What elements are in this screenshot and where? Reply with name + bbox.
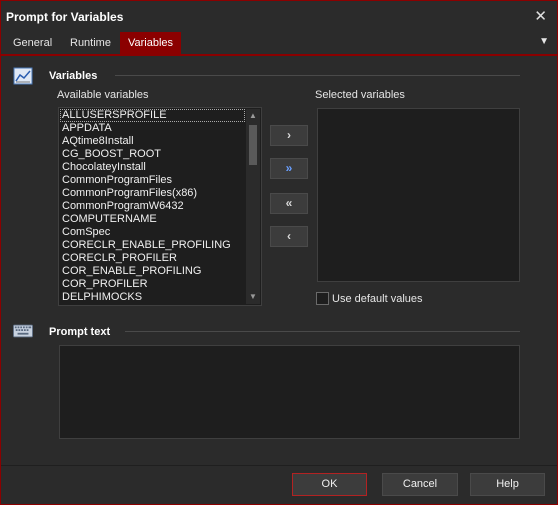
selected-variables-list[interactable] [317, 108, 520, 282]
cancel-button[interactable]: Cancel [382, 473, 458, 496]
ok-button[interactable]: OK [292, 473, 367, 496]
tab-general[interactable]: General [5, 32, 60, 54]
keyboard-icon [13, 324, 33, 338]
list-item[interactable]: ChocolateyInstall [60, 161, 245, 174]
selected-variables-label: Selected variables [315, 89, 405, 101]
help-button[interactable]: Help [470, 473, 545, 496]
prompt-text-section-title: Prompt text [49, 326, 111, 338]
title-bar: Prompt for Variables ✕ [1, 1, 557, 31]
remove-variable-button[interactable]: ‹ [270, 226, 308, 247]
tab-menu-icon[interactable]: ▼ [539, 36, 549, 47]
available-variables-label: Available variables [57, 89, 149, 101]
list-item[interactable]: ALLUSERSPROFILE [60, 109, 245, 122]
tab-runtime[interactable]: Runtime [62, 32, 119, 54]
scroll-up-icon[interactable]: ▲ [246, 109, 260, 123]
add-variable-button[interactable]: › [270, 125, 308, 146]
variables-section-title: Variables [49, 70, 98, 82]
list-item[interactable]: COR_ENABLE_PROFILING [60, 265, 245, 278]
chart-icon [13, 67, 33, 85]
dialog-footer: OK Cancel Help [1, 465, 557, 504]
available-variables-items: ALLUSERSPROFILE APPDATA AQtime8Install CG_B… [60, 109, 245, 304]
close-icon[interactable]: ✕ [534, 7, 547, 25]
prompt-text-input[interactable] [59, 345, 520, 439]
list-item[interactable]: DELPHIMOCKS [60, 291, 245, 304]
variables-page: Variables Available variables Selected v… [1, 56, 557, 465]
list-item[interactable]: CORECLR_ENABLE_PROFILING [60, 239, 245, 252]
list-item[interactable]: CG_BOOST_ROOT [60, 148, 245, 161]
list-item[interactable]: COR_PROFILER [60, 278, 245, 291]
variables-section-divider [115, 75, 520, 76]
scroll-thumb[interactable] [249, 125, 257, 165]
prompt-section-divider [125, 331, 520, 332]
tab-variables[interactable]: Variables [120, 32, 181, 54]
available-list-scrollbar[interactable]: ▲ ▼ [246, 109, 260, 304]
window-title: Prompt for Variables [6, 10, 124, 24]
prompt-dialog: Prompt for Variables ✕ General Runtime V… [0, 0, 558, 505]
use-default-values-label[interactable]: Use default values [332, 293, 423, 305]
tab-bar: General Runtime Variables ▼ [1, 32, 557, 54]
list-item[interactable]: ComSpec [60, 226, 245, 239]
available-variables-list[interactable]: ALLUSERSPROFILE APPDATA AQtime8Install CG_B… [58, 107, 262, 306]
remove-all-variables-button[interactable]: « [270, 193, 308, 214]
list-item[interactable]: CommonProgramFiles [60, 174, 245, 187]
list-item[interactable]: CORECLR_PROFILER [60, 252, 245, 265]
add-all-variables-button[interactable]: » [270, 158, 308, 179]
list-item[interactable]: CommonProgramFiles(x86) [60, 187, 245, 200]
list-item[interactable]: APPDATA [60, 122, 245, 135]
use-default-values-checkbox[interactable] [316, 292, 329, 305]
list-item[interactable]: CommonProgramW6432 [60, 200, 245, 213]
list-item[interactable]: COMPUTERNAME [60, 213, 245, 226]
list-item[interactable]: AQtime8Install [60, 135, 245, 148]
scroll-down-icon[interactable]: ▼ [246, 290, 260, 304]
